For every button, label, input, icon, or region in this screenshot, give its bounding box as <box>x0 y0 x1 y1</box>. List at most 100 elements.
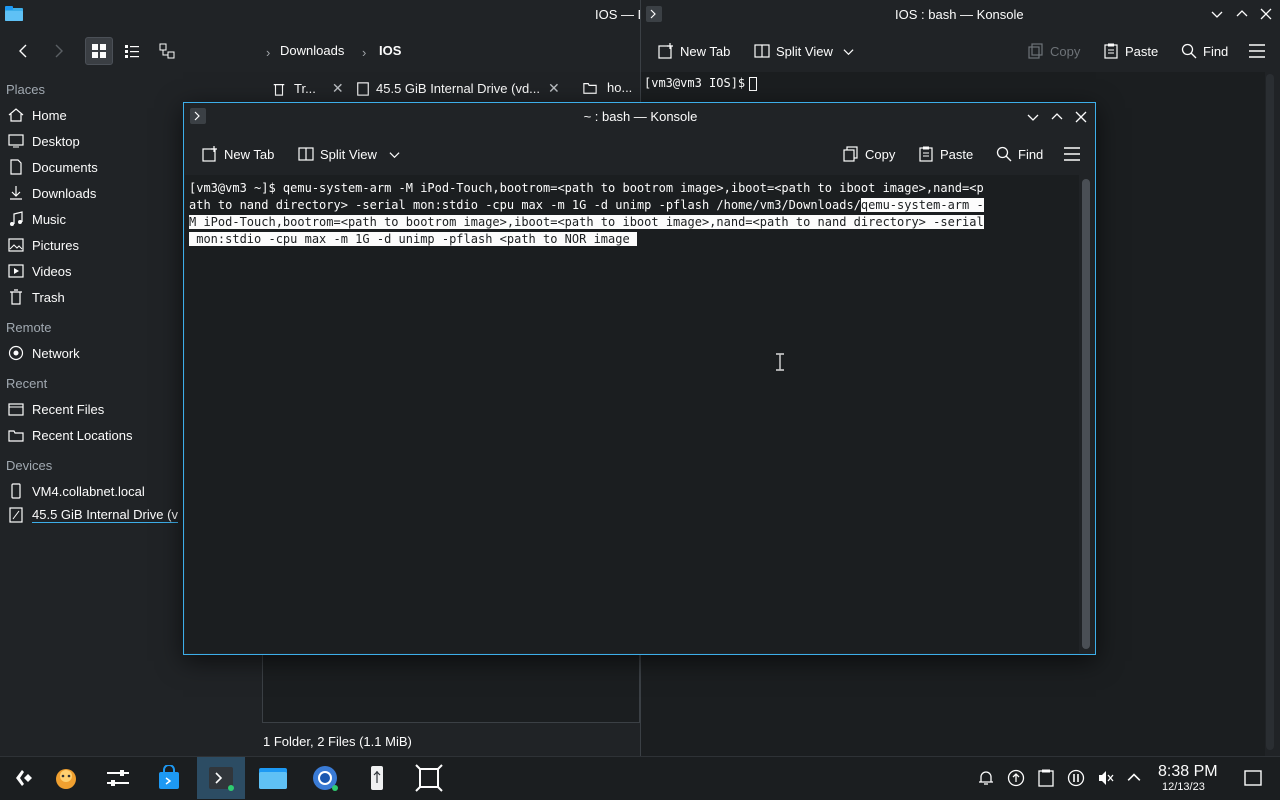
minimize-button[interactable] <box>1025 109 1041 125</box>
breadcrumb-downloads[interactable]: Downloads <box>280 43 344 58</box>
breadcrumb-ios[interactable]: IOS <box>379 43 401 58</box>
hamburger-menu-icon <box>1249 44 1265 58</box>
find-button[interactable]: Find <box>1181 43 1228 59</box>
chevron-up-icon <box>1236 10 1248 17</box>
taskbar-system-settings[interactable] <box>94 757 142 799</box>
folder-icon <box>259 768 287 789</box>
place-desktop[interactable]: Desktop <box>8 130 80 152</box>
close-icon <box>1260 8 1272 20</box>
scrollbar[interactable] <box>1266 74 1274 750</box>
place-device-drive[interactable]: 45.5 GiB Internal Drive (v <box>8 504 178 526</box>
copy-button[interactable]: Copy <box>1028 43 1080 59</box>
maximize-button[interactable] <box>1049 109 1065 125</box>
pause-icon <box>1067 769 1085 787</box>
terminal-output: [vm3@vm3 ~]$ qemu-system-arm -M iPod-Tou… <box>189 180 1073 248</box>
hamburger-menu-button[interactable] <box>1064 147 1080 161</box>
chevron-down-icon <box>1027 114 1039 121</box>
download-icon <box>8 185 24 201</box>
copy-icon <box>843 146 859 162</box>
new-tab-icon <box>658 43 674 59</box>
taskbar-app-1[interactable] <box>42 757 90 799</box>
tray-notifications[interactable] <box>976 768 996 788</box>
arrow-left-icon <box>19 44 27 58</box>
split-view-icon <box>298 146 314 162</box>
place-home[interactable]: Home <box>8 104 67 126</box>
chevron-right-icon: › <box>362 45 367 60</box>
tab-home[interactable]: ho... <box>583 80 632 95</box>
taskbar-konsole[interactable] <box>197 757 245 799</box>
place-label: Recent Files <box>32 401 105 417</box>
place-trash[interactable]: Trash <box>8 286 65 308</box>
place-recent-locations[interactable]: Recent Locations <box>8 424 132 446</box>
back-button[interactable] <box>10 37 38 65</box>
details-view-button[interactable] <box>118 37 146 65</box>
file-view[interactable] <box>262 654 640 723</box>
place-downloads[interactable]: Downloads <box>8 182 96 204</box>
application-launcher-button[interactable] <box>0 757 48 799</box>
close-icon[interactable]: ✕ <box>548 80 560 97</box>
taskbar-app-frame[interactable] <box>405 757 453 799</box>
scrollbar[interactable] <box>1082 179 1090 649</box>
split-view-button[interactable]: Split View <box>298 146 400 162</box>
icons-view-button[interactable] <box>85 37 113 65</box>
paste-button[interactable]: Paste <box>918 146 973 162</box>
frame-expand-icon <box>415 764 443 792</box>
desktop-icon <box>8 133 24 149</box>
split-view-button[interactable]: Split View <box>754 43 854 59</box>
app-mascot-icon <box>56 769 76 789</box>
terminal-area[interactable]: [vm3@vm3 ~]$ qemu-system-arm -M iPod-Tou… <box>185 175 1079 653</box>
place-music[interactable]: Music <box>8 208 66 230</box>
forward-button[interactable] <box>44 37 72 65</box>
hamburger-menu-button[interactable] <box>1249 44 1265 58</box>
search-icon <box>996 146 1012 162</box>
maximize-button[interactable] <box>1234 6 1250 22</box>
close-button[interactable] <box>1258 6 1274 22</box>
paste-button[interactable]: Paste <box>1103 43 1158 59</box>
drive-icon <box>356 81 370 96</box>
tab-trash[interactable]: Tr... ✕ <box>272 80 344 97</box>
copy-button[interactable]: Copy <box>843 146 895 162</box>
video-icon <box>8 263 24 279</box>
taskbar-chrome[interactable] <box>301 757 349 799</box>
new-tab-button[interactable]: New Tab <box>658 43 730 59</box>
place-device-phone[interactable]: VM4.collabnet.local <box>8 480 145 502</box>
dolphin-titlebar[interactable]: IOS — D <box>0 0 647 28</box>
place-documents[interactable]: Documents <box>8 156 98 178</box>
paste-icon <box>1103 43 1119 59</box>
terminal-line: ath to nand directory> -serial mon:stdio… <box>189 198 861 212</box>
place-recent-files[interactable]: Recent Files <box>8 398 104 420</box>
terminal-prompt: [vm3@vm3 IOS]$ <box>644 76 758 91</box>
tray-clipboard[interactable] <box>1036 768 1056 788</box>
new-tab-button[interactable]: New Tab <box>202 146 274 162</box>
tray-updates[interactable] <box>1006 768 1026 788</box>
grid-view-icon <box>92 44 106 58</box>
taskbar-usb-app[interactable] <box>353 757 401 799</box>
tab-internal-drive[interactable]: 45.5 GiB Internal Drive (vd... ✕ <box>356 80 560 97</box>
clock-date[interactable]: 12/13/23 <box>1162 781 1205 793</box>
tab-label: 45.5 GiB Internal Drive (vd... <box>376 81 541 96</box>
chevron-down-icon <box>1211 11 1223 18</box>
tray-media-player[interactable] <box>1066 768 1086 788</box>
place-label: Pictures <box>32 237 79 253</box>
tray-volume[interactable] <box>1096 768 1116 788</box>
tray-expand-button[interactable] <box>1124 768 1144 788</box>
close-button[interactable] <box>1073 109 1089 125</box>
selected-text: M iPod-Touch,bootrom=<path to bootrom im… <box>189 215 984 229</box>
find-button[interactable]: Find <box>996 146 1043 162</box>
clock-time[interactable]: 8:38 PM <box>1158 763 1218 781</box>
document-icon <box>8 159 24 175</box>
minimize-button[interactable] <box>1209 6 1225 22</box>
place-pictures[interactable]: Pictures <box>8 234 79 256</box>
place-network[interactable]: Network <box>8 342 80 364</box>
close-icon[interactable]: ✕ <box>332 80 344 97</box>
taskbar-dolphin[interactable] <box>249 757 297 799</box>
place-label: Downloads <box>32 185 97 201</box>
folder-icon <box>583 81 597 95</box>
tree-view-button[interactable] <box>153 37 181 65</box>
new-tab-label: New Tab <box>680 43 731 59</box>
taskbar-discover[interactable] <box>145 757 193 799</box>
place-videos[interactable]: Videos <box>8 260 72 282</box>
show-desktop-button[interactable] <box>1243 768 1263 788</box>
devices-section-header: Devices <box>6 458 53 473</box>
home-icon <box>8 107 24 123</box>
